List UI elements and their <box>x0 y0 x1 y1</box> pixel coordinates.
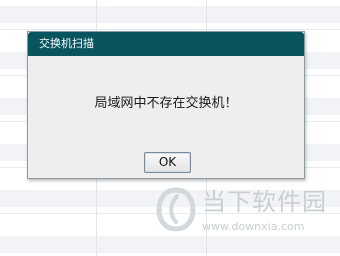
dialog-title: 交换机扫描 <box>39 37 94 50</box>
downxia-logo-icon <box>156 187 196 232</box>
watermark: 当下软件园 www.downxia.com <box>150 184 340 256</box>
ok-button[interactable]: OK <box>144 152 191 173</box>
switch-scan-dialog: 交换机扫描 局域网中不存在交换机！ OK <box>27 31 305 179</box>
watermark-url: www.downxia.com <box>202 220 305 233</box>
dialog-message: 局域网中不存在交换机！ <box>94 96 238 111</box>
watermark-name: 当下软件园 <box>202 188 327 216</box>
dialog-titlebar[interactable]: 交换机扫描 <box>28 32 304 56</box>
background-row <box>0 6 340 23</box>
background-line <box>0 29 340 30</box>
